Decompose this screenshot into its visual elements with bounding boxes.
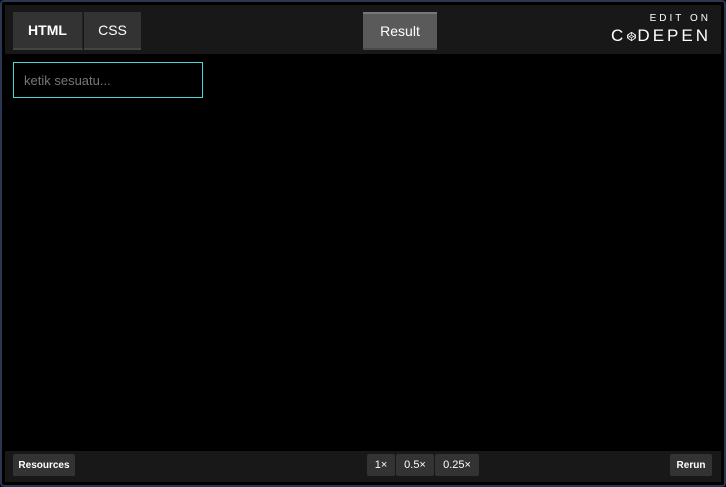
tab-result[interactable]: Result (363, 12, 437, 50)
codepen-brand-right: DEPEN (637, 26, 711, 45)
top-bar: HTML CSS Result EDIT ON C DEPEN (5, 5, 721, 54)
text-input[interactable]: ketik sesuatu... (13, 62, 203, 98)
zoom-0-25x-button[interactable]: 0.25× (435, 454, 479, 476)
tab-html[interactable]: HTML (13, 12, 83, 50)
result-pane: ketik sesuatu... (5, 54, 721, 451)
zoom-0-5x-button[interactable]: 0.5× (396, 454, 434, 476)
bottom-bar: Resources 1× 0.5× 0.25× Rerun (5, 451, 721, 482)
codepen-brand-left: C (611, 26, 627, 45)
tab-css[interactable]: CSS (84, 12, 141, 50)
edit-on-codepen-link[interactable]: EDIT ON C DEPEN (611, 13, 711, 47)
resources-button[interactable]: Resources (13, 454, 75, 476)
edit-on-label: EDIT ON (649, 13, 711, 24)
codepen-embed: HTML CSS Result EDIT ON C DEPEN ketik se… (0, 0, 726, 487)
codepen-cube-icon (627, 31, 637, 41)
codepen-logo: C DEPEN (611, 25, 711, 47)
input-placeholder: ketik sesuatu... (24, 72, 111, 88)
zoom-1x-button[interactable]: 1× (367, 454, 395, 476)
rerun-button[interactable]: Rerun (670, 454, 712, 476)
